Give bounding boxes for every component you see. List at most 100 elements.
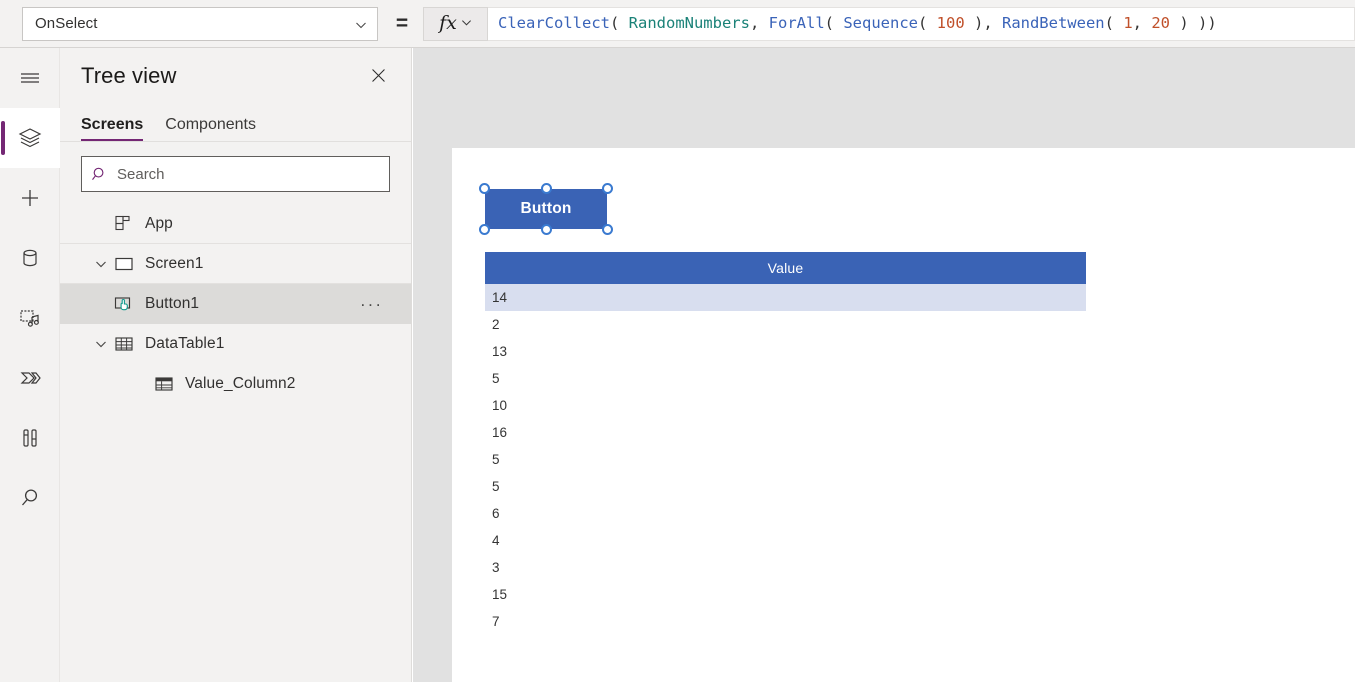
chevron-down-icon[interactable] <box>94 257 108 271</box>
table-row[interactable]: 6 <box>485 500 1086 527</box>
formula-text: ClearCollect( RandomNumbers, ForAll( Seq… <box>498 16 1217 32</box>
search-rail-icon[interactable] <box>0 468 60 528</box>
table-row[interactable]: 14 <box>485 284 1086 311</box>
table-cell-value: 3 <box>492 560 500 575</box>
search-icon <box>91 166 108 183</box>
formula-token: ( <box>610 14 629 32</box>
table-cell-value: 5 <box>492 371 500 386</box>
formula-token: ( <box>918 14 937 32</box>
table-row[interactable]: 13 <box>485 338 1086 365</box>
resize-handle-bottom-left[interactable] <box>479 224 490 235</box>
resize-handle-top-right[interactable] <box>602 183 613 194</box>
button-control-selection: Button <box>485 189 607 229</box>
table-cell-value: 2 <box>492 317 500 332</box>
resize-handle-bottom-right[interactable] <box>602 224 613 235</box>
formula-token: Sequence <box>843 14 918 32</box>
more-options-icon[interactable]: ··· <box>360 295 383 312</box>
table-cell-value: 7 <box>492 614 500 629</box>
search-placeholder: Search <box>117 166 165 183</box>
power-automate-icon[interactable] <box>0 348 60 408</box>
table-cell-value: 4 <box>492 533 500 548</box>
close-icon[interactable] <box>365 62 391 88</box>
data-table-header: Value <box>485 252 1086 284</box>
chevron-down-icon <box>461 15 472 33</box>
tree-view-icon[interactable] <box>0 108 60 168</box>
data-table-body: 14 2 13 5 10 16 5 5 6 4 3 15 7 <box>485 284 1086 635</box>
tree-view-panel: Tree view Screens Components <box>60 48 412 682</box>
table-row[interactable]: 3 <box>485 554 1086 581</box>
canvas-workspace: Button Value 14 2 13 5 10 16 5 5 6 4 3 15 7 <box>413 48 1355 682</box>
formula-token: ForAll <box>769 14 825 32</box>
formula-token: ) )) <box>1170 14 1217 32</box>
formula-token: RandBetween <box>1002 14 1105 32</box>
tab-screens-label: Screens <box>81 116 143 133</box>
tree-item-label: DataTable1 <box>145 335 224 353</box>
app-screen-canvas[interactable]: Button Value 14 2 13 5 10 16 5 5 6 4 3 15 7 <box>452 148 1355 682</box>
fx-button[interactable]: fx <box>423 7 488 41</box>
button-control-label: Button <box>520 200 571 218</box>
search-input[interactable]: Search <box>81 156 390 192</box>
resize-handle-bottom-center[interactable] <box>541 224 552 235</box>
chevron-down-icon <box>355 18 367 30</box>
tree-item-list: App Screen1 Button1 ··· DataTable1 Value_Colu… <box>60 202 411 404</box>
table-row[interactable]: 2 <box>485 311 1086 338</box>
equals-sign: = <box>393 13 411 34</box>
tree-item-label: App <box>145 215 173 233</box>
table-row[interactable]: 5 <box>485 365 1086 392</box>
tree-item-datatable1[interactable]: DataTable1 <box>60 324 411 364</box>
data-table-control[interactable]: Value 14 2 13 5 10 16 5 5 6 4 3 15 7 <box>485 252 1086 635</box>
button-control[interactable]: Button <box>485 189 607 229</box>
page-title: Tree view <box>81 63 176 89</box>
table-cell-value: 15 <box>492 587 507 602</box>
formula-token: 20 <box>1151 14 1170 32</box>
table-row[interactable]: 10 <box>485 392 1086 419</box>
app-grid-icon <box>114 214 134 234</box>
data-icon[interactable] <box>0 228 60 288</box>
resize-handle-top-center[interactable] <box>541 183 552 194</box>
table-row[interactable]: 7 <box>485 608 1086 635</box>
tree-item-screen1[interactable]: Screen1 <box>60 244 411 284</box>
media-icon[interactable] <box>0 288 60 348</box>
power-apps-studio: OnSelect = fx ClearCollect( RandomNumber… <box>0 0 1355 682</box>
column-icon <box>154 374 174 394</box>
formula-token: ( <box>825 14 844 32</box>
variables-icon[interactable] <box>0 408 60 468</box>
table-row[interactable]: 5 <box>485 473 1086 500</box>
table-row[interactable]: 16 <box>485 419 1086 446</box>
tab-components[interactable]: Components <box>165 116 256 141</box>
tree-view-tabs: Screens Components <box>60 104 411 142</box>
tree-item-label: Value_Column2 <box>185 375 295 393</box>
tree-item-app[interactable]: App <box>60 204 411 244</box>
tree-item-value_column2[interactable]: Value_Column2 <box>60 364 411 404</box>
formula-token: ClearCollect <box>498 14 610 32</box>
insert-icon[interactable] <box>0 168 60 228</box>
hamburger-menu-icon[interactable] <box>0 48 60 108</box>
chevron-down-icon[interactable] <box>94 337 108 351</box>
formula-token: , <box>750 14 769 32</box>
table-cell-value: 14 <box>492 290 507 305</box>
formula-token: ), <box>965 14 1002 32</box>
tree-item-label: Screen1 <box>145 255 203 273</box>
table-cell-value: 16 <box>492 425 507 440</box>
button-icon <box>114 294 134 314</box>
column-header-value: Value <box>768 260 804 276</box>
table-cell-value: 5 <box>492 452 500 467</box>
formula-token: ( <box>1105 14 1124 32</box>
tree-item-label: Button1 <box>145 295 199 313</box>
formula-token: 1 <box>1123 14 1132 32</box>
tab-screens[interactable]: Screens <box>81 116 143 141</box>
table-row[interactable]: 15 <box>485 581 1086 608</box>
datatable-icon <box>114 334 134 354</box>
formula-input[interactable]: ClearCollect( RandomNumbers, ForAll( Seq… <box>488 7 1355 41</box>
left-icon-rail <box>0 48 60 682</box>
formula-token: 100 <box>937 14 965 32</box>
table-row[interactable]: 4 <box>485 527 1086 554</box>
resize-handle-top-left[interactable] <box>479 183 490 194</box>
property-dropdown-value: OnSelect <box>35 15 98 32</box>
tree-item-button1[interactable]: Button1 ··· <box>60 284 411 324</box>
property-dropdown[interactable]: OnSelect <box>22 7 378 41</box>
formula-token: RandomNumbers <box>629 14 750 32</box>
table-row[interactable]: 5 <box>485 446 1086 473</box>
tab-components-label: Components <box>165 116 256 133</box>
table-cell-value: 6 <box>492 506 500 521</box>
